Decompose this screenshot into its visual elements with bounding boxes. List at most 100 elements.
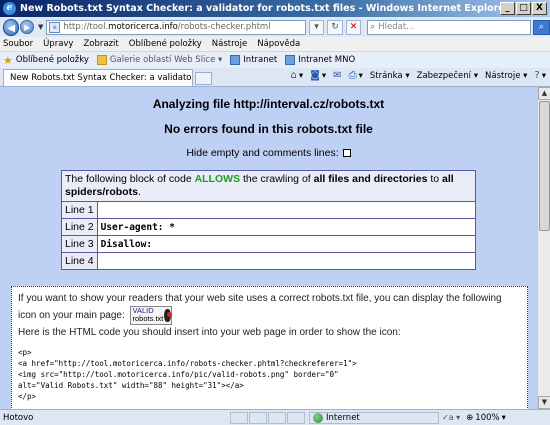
menu-view[interactable]: Zobrazit: [83, 39, 118, 49]
search-icon: ⌕: [370, 22, 376, 32]
ie-logo-icon: e: [3, 2, 16, 15]
menu-edit[interactable]: Úpravy: [43, 39, 73, 49]
favorites-button[interactable]: Oblíbené položky: [16, 55, 89, 65]
page-menu[interactable]: Stránka ▾: [370, 71, 410, 81]
valid-robots-badge[interactable]: VALID robots.txt: [129, 305, 173, 325]
print-icon: ⎙: [348, 70, 357, 81]
search-input[interactable]: ⌕ Hledat...: [367, 19, 531, 35]
home-button[interactable]: ⌂ ▾: [291, 70, 304, 81]
line-number: Line 3: [61, 235, 98, 254]
line-number: Line 2: [61, 218, 98, 237]
caption-all-files: all files and directories: [313, 173, 428, 185]
maximize-button[interactable]: □: [516, 2, 531, 15]
caption-text: the crawling of: [240, 173, 314, 185]
chevron-down-icon: ▾: [501, 412, 506, 423]
page-icon: e: [49, 21, 61, 33]
code-cell: [96, 252, 477, 271]
menu-file[interactable]: Soubor: [3, 39, 33, 49]
fav-item-intranet[interactable]: Intranet: [230, 55, 277, 65]
search-placeholder: Hledat...: [378, 22, 415, 32]
link-icon: [230, 55, 241, 65]
search-button[interactable]: ⌕: [532, 19, 550, 35]
stop-icon[interactable]: ✕: [345, 19, 362, 35]
page-content: Analyzing file http://interval.cz/robots…: [0, 87, 537, 409]
url-prefix: http://tool.: [63, 22, 109, 32]
status-text: Hotovo: [3, 412, 34, 423]
forward-icon[interactable]: ▶: [20, 20, 34, 34]
robots-code-table: The following block of code ALLOWS the c…: [61, 169, 477, 271]
zoom-level: 100%: [475, 412, 500, 423]
command-bar: ⌂ ▾ ◙ ▾ ✉ ⎙ ▾ Stránka ▾ Zabezpečení ▾ Nástr…: [291, 70, 546, 81]
vertical-scrollbar[interactable]: ▲ ▼: [537, 87, 550, 409]
menu-bar: Soubor Úpravy Zobrazit Oblíbené položky …: [0, 37, 550, 51]
link-icon: [285, 55, 296, 65]
table-row: Line 3 Disallow:: [61, 235, 477, 254]
url-host: motoricerca.info: [108, 22, 178, 32]
code-cell: [96, 201, 477, 220]
badge-intro-text: If you want to show your readers that yo…: [18, 293, 502, 321]
url-path: /robots-checker.phtml: [177, 22, 271, 32]
badge-text: VALID robots.txt: [131, 307, 164, 323]
fav-item-label: Intranet MNO: [298, 55, 356, 65]
menu-favorites[interactable]: Oblíbené položky: [129, 39, 202, 49]
zoom-button[interactable]: ⊕ 100% ▾: [466, 413, 506, 423]
allows-label: ALLOWS: [194, 173, 241, 185]
favorites-star-icon[interactable]: ★: [3, 54, 13, 67]
badge-code-intro: Here is the HTML code you should insert …: [18, 326, 401, 338]
caption-text: The following block of code: [65, 173, 195, 185]
status-bar: Hotovo Internet ✓a ▾ ⊕ 100% ▾: [0, 409, 550, 425]
zone-label: Internet: [326, 412, 360, 423]
new-tab-button[interactable]: [195, 72, 212, 85]
menu-help[interactable]: Nápověda: [257, 39, 300, 49]
refresh-icon[interactable]: ↻: [327, 19, 343, 35]
table-row: Line 2 User-agent: *: [61, 218, 477, 237]
hide-empty-row: Hide empty and comments lines:: [0, 147, 537, 159]
scroll-up-icon[interactable]: ▲: [538, 87, 550, 100]
line-number: Line 1: [61, 201, 98, 220]
tab-robots-checker[interactable]: New Robots.txt Syntax Checker: a validat…: [3, 69, 193, 86]
caption-text: .: [137, 186, 141, 199]
favorites-bar: ★ Oblíbené položky Galerie oblastí Web S…: [0, 51, 550, 68]
status-segment: [249, 411, 267, 424]
fav-item-label: Galerie oblastí Web Slice ▾: [109, 55, 223, 65]
code-cell: User-agent: *: [96, 218, 477, 237]
print-button[interactable]: ⎙ ▾: [349, 70, 363, 81]
hide-empty-label: Hide empty and comments lines:: [186, 147, 339, 159]
address-bar: ◀ ▶ ▼ e http://tool. motoricerca.info/rob…: [0, 17, 550, 37]
window-title: New Robots.txt Syntax Checker: a validat…: [20, 3, 510, 14]
badge-info-box: If you want to show your readers that yo…: [11, 286, 528, 409]
feeds-button[interactable]: ◙ ▾: [310, 70, 326, 81]
close-button[interactable]: X: [532, 2, 547, 15]
security-zone[interactable]: Internet: [309, 411, 439, 424]
scroll-thumb[interactable]: [539, 101, 550, 231]
title-bar: e New Robots.txt Syntax Checker: a valid…: [0, 0, 550, 17]
badge-intro: If you want to show your readers that yo…: [18, 292, 521, 325]
status-segment: [230, 411, 248, 424]
help-button[interactable]: ? ▾: [534, 70, 546, 81]
badge-html-code[interactable]: <p> <a href="http://tool.motoricerca.inf…: [18, 347, 521, 402]
code-cell: Disallow:: [96, 235, 477, 254]
web-slice-icon: [96, 55, 107, 65]
rss-icon: ◙: [310, 70, 320, 81]
caption-text: to: [427, 173, 443, 185]
back-icon[interactable]: ◀: [3, 18, 20, 36]
mail-icon: ✉: [333, 70, 342, 81]
compatibility-icon[interactable]: ▾: [308, 19, 325, 35]
protected-mode-button[interactable]: ✓a ▾: [442, 413, 460, 422]
minimize-button[interactable]: _: [500, 2, 515, 15]
tab-label: New Robots.txt Syntax Checker: a validat…: [10, 73, 193, 83]
hide-empty-checkbox[interactable]: [342, 149, 351, 157]
history-dropdown-icon[interactable]: ▼: [38, 23, 43, 31]
fav-item-intranet-mno[interactable]: Intranet MNO: [285, 55, 355, 65]
help-icon: ?: [534, 70, 540, 81]
fav-item-web-slice[interactable]: Galerie oblastí Web Slice ▾: [96, 55, 223, 65]
mail-button[interactable]: ✉: [333, 70, 341, 81]
home-icon: ⌂: [290, 70, 297, 81]
menu-tools[interactable]: Nástroje: [212, 39, 247, 49]
status-segment: [268, 411, 286, 424]
safety-menu[interactable]: Zabezpečení ▾: [417, 71, 478, 81]
badge-line2: robots.txt: [132, 314, 164, 323]
scroll-down-icon[interactable]: ▼: [538, 396, 550, 409]
tools-menu[interactable]: Nástroje ▾: [485, 71, 527, 81]
url-field[interactable]: e http://tool. motoricerca.info/robots-ch…: [46, 19, 306, 35]
